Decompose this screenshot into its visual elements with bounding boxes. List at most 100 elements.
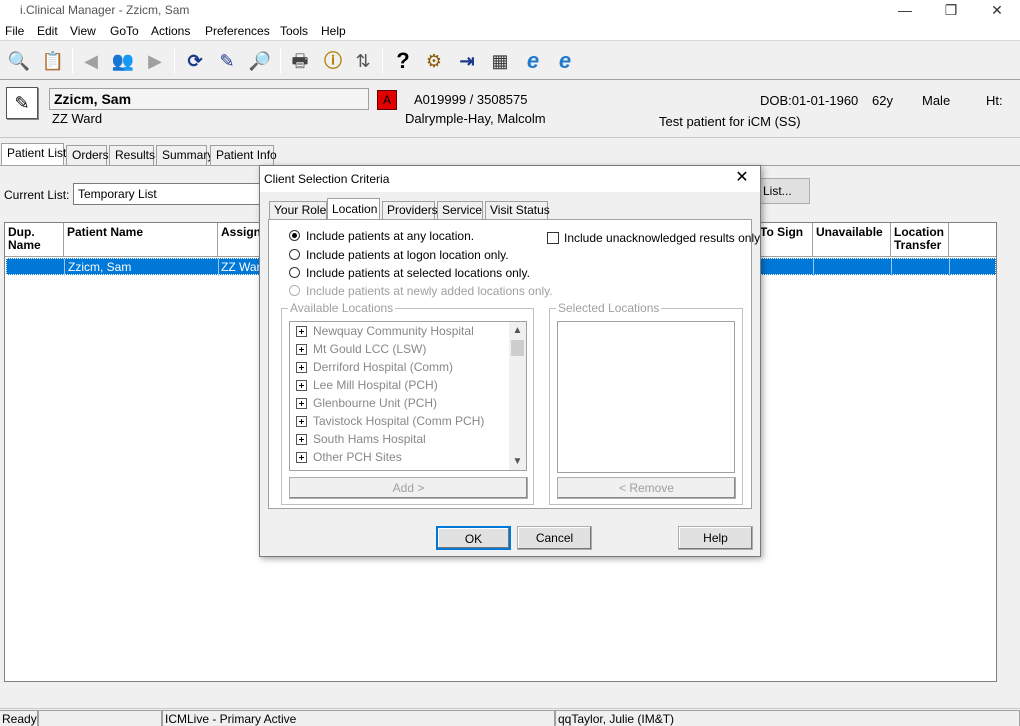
ok-button[interactable]: OK [436, 526, 511, 550]
col-location-transfer[interactable]: Location Transfer [891, 223, 949, 257]
expand-plus-icon[interactable] [296, 398, 307, 409]
expand-plus-icon[interactable] [296, 380, 307, 391]
close-window-button[interactable]: ✕ [974, 0, 1020, 22]
forward-arrow-icon[interactable]: ▶ [142, 48, 168, 74]
patient-list-icon[interactable]: 📋 [40, 48, 66, 74]
exit-icon[interactable]: ⇥ [454, 48, 480, 74]
tab-your-role[interactable]: Your Role [269, 201, 327, 219]
toolbar-separator [72, 48, 73, 74]
location-tab-panel: Include patients at any location. Includ… [268, 219, 760, 509]
radio-any-location[interactable]: Include patients at any location. [289, 229, 474, 243]
patient-notes-icon[interactable]: ✎ [6, 87, 38, 119]
help-icon[interactable]: ? [390, 48, 416, 74]
radio-logon-location[interactable]: Include patients at logon location only. [289, 248, 509, 262]
maximize-button[interactable]: ❐ [928, 0, 974, 22]
client-selection-dialog: Client Selection Criteria ✕ Your Role Lo… [259, 165, 761, 557]
scroll-down-icon[interactable]: ▼ [509, 453, 526, 470]
selected-locations-group: Selected Locations < Remove [549, 301, 743, 505]
calculator-icon[interactable]: ▦ [487, 48, 513, 74]
list-item[interactable]: Newquay Community Hospital [296, 324, 474, 342]
radio-checked-icon [289, 230, 300, 241]
tab-results[interactable]: Results [109, 145, 155, 165]
location-label: Newquay Community Hospital [313, 324, 474, 338]
available-locations-list[interactable]: Newquay Community Hospital Mt Gould LCC … [289, 321, 527, 471]
expand-plus-icon[interactable] [296, 326, 307, 337]
toolbar-separator [382, 48, 383, 74]
list-item[interactable]: Mt Gould LCC (LSW) [296, 342, 426, 360]
expand-plus-icon[interactable] [296, 434, 307, 445]
tab-service[interactable]: Service [437, 201, 483, 219]
care-team-icon[interactable]: 👥 [110, 48, 136, 74]
menu-file[interactable]: File [5, 24, 24, 38]
tab-patient-list[interactable]: Patient List [1, 143, 66, 165]
expand-plus-icon[interactable] [296, 344, 307, 355]
menu-help[interactable]: Help [321, 24, 346, 38]
dialog-close-button[interactable]: ✕ [732, 168, 752, 188]
list-item[interactable]: Tavistock Hospital (Comm PCH) [296, 414, 484, 432]
radio-selected-locations[interactable]: Include patients at selected locations o… [289, 266, 530, 280]
toolbar-separator [174, 48, 175, 74]
expand-plus-icon[interactable] [296, 452, 307, 463]
tab-location[interactable]: Location [327, 198, 380, 220]
cancel-button[interactable]: Cancel [517, 526, 592, 550]
list-item[interactable]: Other PCH Sites [296, 450, 402, 468]
expand-plus-icon[interactable] [296, 416, 307, 427]
patient-note: Test patient for iCM (SS) [659, 114, 801, 129]
patient-consultant: Dalrymple-Hay, Malcolm [405, 111, 546, 126]
location-label: South Hams Hospital [313, 432, 426, 446]
info-icon[interactable]: ⓘ [320, 48, 346, 74]
list-item[interactable]: Lee Mill Hospital (PCH) [296, 378, 438, 396]
find-icon[interactable]: 🔎 [247, 48, 273, 74]
tab-patient-info[interactable]: Patient Info [210, 145, 277, 165]
list-item[interactable]: Derriford Hospital (Comm) [296, 360, 453, 378]
list-item[interactable]: Glenbourne Unit (PCH) [296, 396, 437, 414]
scroll-thumb[interactable] [511, 340, 524, 356]
dialog-title: Client Selection Criteria [264, 172, 390, 186]
patient-name: Zzicm, Sam [49, 88, 369, 110]
help-button[interactable]: Help [678, 526, 753, 550]
available-locations-label: Available Locations [288, 301, 396, 315]
expand-plus-icon[interactable] [296, 362, 307, 373]
list-item[interactable]: South Hams Hospital [296, 432, 426, 450]
status-user: qqTaylor, Julie (IM&T) [555, 710, 1020, 726]
list-button[interactable]: List... [758, 178, 810, 204]
menu-actions[interactable]: Actions [151, 24, 190, 38]
checkbox-unchecked-icon [547, 232, 559, 244]
add-location-button: Add > [289, 477, 528, 499]
current-list-select[interactable]: Temporary List [73, 183, 263, 205]
sort-az-icon[interactable]: ⇅ [350, 48, 376, 74]
checkbox-label: Include unacknowledged results only [564, 231, 761, 245]
menu-goto[interactable]: GoTo [110, 24, 139, 38]
location-label: Other PCH Sites [313, 450, 402, 464]
col-to-sign[interactable]: To Sign [757, 223, 813, 257]
unacknowledged-results-checkbox[interactable]: Include unacknowledged results only [547, 231, 760, 245]
scroll-up-icon[interactable]: ▲ [509, 322, 526, 339]
tab-orders[interactable]: Orders [66, 145, 109, 165]
allergy-flag[interactable]: A [377, 90, 397, 110]
locations-scrollbar[interactable]: ▲ ▼ [509, 322, 526, 470]
edit-note-icon[interactable]: ✎ [214, 48, 240, 74]
menu-edit[interactable]: Edit [37, 24, 58, 38]
selected-locations-list[interactable] [557, 321, 735, 473]
internet-explorer-alt-icon[interactable]: e [552, 48, 578, 74]
tab-providers[interactable]: Providers [382, 201, 438, 219]
radio-unchecked-icon [289, 267, 300, 278]
back-arrow-icon[interactable]: ◀ [78, 48, 104, 74]
menu-preferences[interactable]: Preferences [205, 24, 270, 38]
cell-divider [813, 259, 814, 276]
col-dup-name[interactable]: Dup. Name [5, 223, 64, 257]
internet-explorer-icon[interactable]: e [520, 48, 546, 74]
tab-summary[interactable]: Summary [156, 145, 213, 165]
menu-tools[interactable]: Tools [280, 24, 308, 38]
menu-view[interactable]: View [70, 24, 96, 38]
print-icon[interactable]: 🖶 [287, 48, 313, 74]
patient-search-icon[interactable]: 🔍 [6, 48, 32, 74]
tools-icon[interactable]: ⚙ [421, 48, 447, 74]
refresh-icon[interactable]: ⟳ [182, 48, 208, 74]
col-unavailable[interactable]: Unavailable [813, 223, 891, 257]
col-patient-name[interactable]: Patient Name [64, 223, 218, 257]
minimize-button[interactable]: — [882, 0, 928, 22]
location-label: Lee Mill Hospital (PCH) [313, 378, 438, 392]
tab-visit-status[interactable]: Visit Status [485, 201, 550, 219]
available-locations-group: Available Locations Newquay Community Ho… [281, 301, 534, 505]
